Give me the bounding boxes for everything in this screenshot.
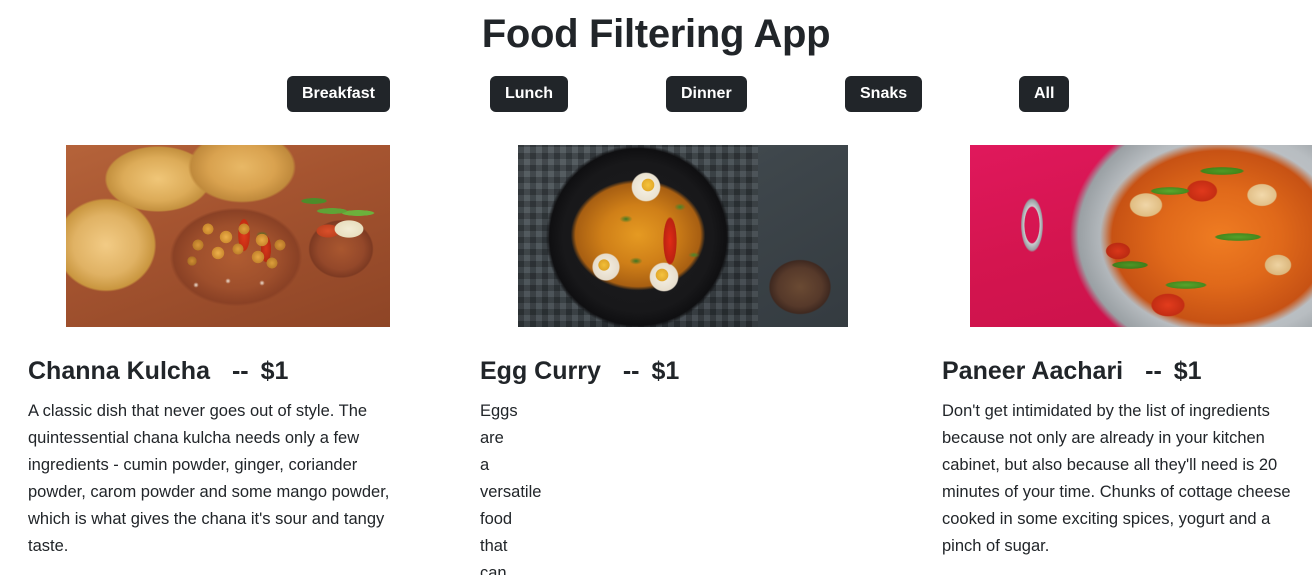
food-card[interactable]: Egg Curry -- $1 Eggs are a versatile food … <box>0 145 900 575</box>
page-title: Food Filtering App <box>481 12 831 56</box>
food-card-title: Paneer Aachari -- $1 <box>912 327 1312 386</box>
filter-button-row: Breakfast Lunch Dinner Snaks All <box>0 76 1312 112</box>
egg-curry-photo <box>518 145 848 327</box>
title-separator: -- <box>1145 357 1162 385</box>
food-card[interactable]: Paneer Aachari -- $1 Don't get intimidated… <box>912 145 1312 560</box>
food-card-image <box>518 145 848 327</box>
filter-snaks-button[interactable]: Snaks <box>845 76 923 112</box>
filter-breakfast-button[interactable]: Breakfast <box>287 76 390 112</box>
filter-dinner-button[interactable]: Dinner <box>666 76 747 112</box>
food-card-description: Eggs are a versatile food that can be co… <box>480 401 542 575</box>
food-name: Egg Curry <box>480 357 601 385</box>
food-name: Paneer Aachari <box>942 357 1124 385</box>
food-card-description: Don't get intimidated by the list of ing… <box>942 401 1291 555</box>
food-card-image <box>970 145 1312 327</box>
food-card-title: Egg Curry -- $1 <box>0 327 900 386</box>
filter-all-button[interactable]: All <box>1019 76 1070 112</box>
title-separator: -- <box>622 357 640 385</box>
food-price: $1 <box>1173 357 1202 385</box>
paneer-aachari-photo <box>970 145 1312 327</box>
food-price: $1 <box>651 357 680 385</box>
filter-lunch-button[interactable]: Lunch <box>490 76 568 112</box>
app-page: Food Filtering App Breakfast Lunch Dinne… <box>0 0 1312 575</box>
